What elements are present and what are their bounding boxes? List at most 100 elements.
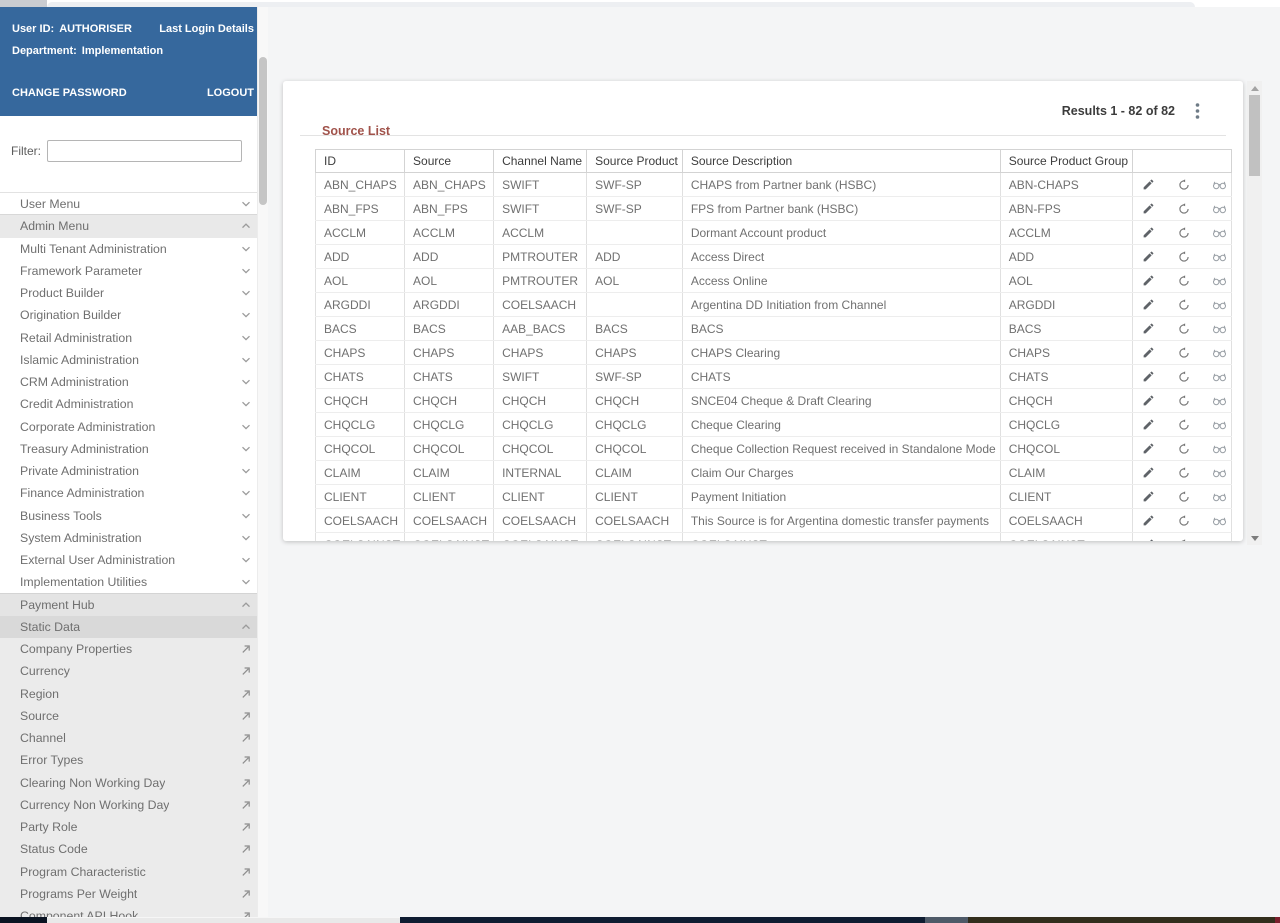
sidebar-item-origination-builder[interactable]: Origination Builder <box>0 304 268 327</box>
cell-actions <box>1132 484 1233 509</box>
view-icon[interactable] <box>1212 393 1227 408</box>
chevron-down-icon <box>239 531 252 544</box>
view-icon[interactable] <box>1212 537 1227 541</box>
sidebar-item-channel[interactable]: Channel <box>0 727 268 750</box>
history-icon[interactable] <box>1177 321 1192 336</box>
sidebar-item-crm-administration[interactable]: CRM Administration <box>0 371 268 394</box>
edit-icon[interactable] <box>1141 417 1156 432</box>
sidebar-item-region[interactable]: Region <box>0 682 268 705</box>
edit-icon[interactable] <box>1141 201 1156 216</box>
history-icon[interactable] <box>1177 273 1192 288</box>
history-icon[interactable] <box>1177 345 1192 360</box>
last-login-details-link[interactable]: Last Login Details <box>159 24 254 35</box>
edit-icon[interactable] <box>1141 249 1156 264</box>
sidebar-item-program-characteristic[interactable]: Program Characteristic <box>0 860 268 883</box>
sidebar-item-corporate-administration[interactable]: Corporate Administration <box>0 415 268 438</box>
edit-icon[interactable] <box>1141 273 1156 288</box>
sidebar-item-admin-menu[interactable]: Admin Menu <box>0 215 268 238</box>
edit-icon[interactable] <box>1141 321 1156 336</box>
edit-icon[interactable] <box>1141 393 1156 408</box>
sidebar-scrollbar-thumb[interactable] <box>259 57 267 205</box>
history-icon[interactable] <box>1177 369 1192 384</box>
view-icon[interactable] <box>1212 225 1227 240</box>
view-icon[interactable] <box>1212 489 1227 504</box>
edit-icon[interactable] <box>1141 177 1156 192</box>
sidebar-item-multi-tenant-administration[interactable]: Multi Tenant Administration <box>0 237 268 260</box>
sidebar-item-implementation-utilities[interactable]: Implementation Utilities <box>0 571 268 594</box>
sidebar-item-retail-administration[interactable]: Retail Administration <box>0 326 268 349</box>
edit-icon[interactable] <box>1141 225 1156 240</box>
view-icon[interactable] <box>1212 297 1227 312</box>
history-icon[interactable] <box>1177 297 1192 312</box>
edit-icon[interactable] <box>1141 369 1156 384</box>
history-icon[interactable] <box>1177 201 1192 216</box>
view-icon[interactable] <box>1212 345 1227 360</box>
logout-button[interactable]: LOGOUT <box>207 88 254 99</box>
cell-actions <box>1132 196 1233 221</box>
history-icon[interactable] <box>1177 537 1192 541</box>
sidebar-item-clearing-non-working-day[interactable]: Clearing Non Working Day <box>0 771 268 794</box>
history-icon[interactable] <box>1177 249 1192 264</box>
sidebar-item-private-administration[interactable]: Private Administration <box>0 460 268 483</box>
sidebar-item-status-code[interactable]: Status Code <box>0 838 268 861</box>
sidebar-item-party-role[interactable]: Party Role <box>0 816 268 839</box>
edit-icon[interactable] <box>1141 465 1156 480</box>
history-icon[interactable] <box>1177 417 1192 432</box>
kebab-menu-icon[interactable] <box>1193 103 1201 119</box>
edit-icon[interactable] <box>1141 441 1156 456</box>
cell-id: ARGDDI <box>314 292 406 317</box>
scroll-up-arrow[interactable] <box>1247 81 1262 95</box>
main-scrollbar[interactable] <box>1247 81 1262 545</box>
view-icon[interactable] <box>1212 513 1227 528</box>
sidebar-item-source[interactable]: Source <box>0 704 268 727</box>
view-icon[interactable] <box>1212 249 1227 264</box>
cell-channel-name: COELSAINST <box>493 532 588 541</box>
cell-source-description: This Source is for Argentina domestic tr… <box>681 508 1001 533</box>
main-scrollbar-thumb[interactable] <box>1249 95 1260 176</box>
change-password-button[interactable]: CHANGE PASSWORD <box>12 88 127 99</box>
edit-icon[interactable] <box>1141 513 1156 528</box>
sidebar-scrollbar[interactable] <box>257 7 268 923</box>
view-icon[interactable] <box>1212 177 1227 192</box>
sidebar-item-external-user-administration[interactable]: External User Administration <box>0 549 268 572</box>
sidebar-item-business-tools[interactable]: Business Tools <box>0 504 268 527</box>
sidebar-item-treasury-administration[interactable]: Treasury Administration <box>0 437 268 460</box>
history-icon[interactable] <box>1177 489 1192 504</box>
sidebar-item-currency-non-working-day[interactable]: Currency Non Working Day <box>0 793 268 816</box>
sidebar-item-finance-administration[interactable]: Finance Administration <box>0 482 268 505</box>
history-icon[interactable] <box>1177 441 1192 456</box>
sidebar-item-label: Islamic Administration <box>20 352 139 367</box>
view-icon[interactable] <box>1212 273 1227 288</box>
view-icon[interactable] <box>1212 201 1227 216</box>
sidebar-item-payment-hub[interactable]: Payment Hub <box>0 593 268 616</box>
sidebar-item-currency[interactable]: Currency <box>0 660 268 683</box>
sidebar-item-islamic-administration[interactable]: Islamic Administration <box>0 348 268 371</box>
sidebar-item-system-administration[interactable]: System Administration <box>0 526 268 549</box>
view-icon[interactable] <box>1212 417 1227 432</box>
sidebar-item-company-properties[interactable]: Company Properties <box>0 638 268 661</box>
edit-icon[interactable] <box>1141 537 1156 541</box>
cell-id: CHATS <box>314 364 406 389</box>
history-icon[interactable] <box>1177 513 1192 528</box>
sidebar-item-product-builder[interactable]: Product Builder <box>0 282 268 305</box>
history-icon[interactable] <box>1177 393 1192 408</box>
sidebar-item-user-menu[interactable]: User Menu <box>0 193 268 216</box>
scroll-down-arrow[interactable] <box>1247 531 1262 545</box>
history-icon[interactable] <box>1177 465 1192 480</box>
sidebar-item-error-types[interactable]: Error Types <box>0 749 268 772</box>
table-row: ABN_CHAPS ABN_CHAPS SWIFT SWF-SP CHAPS from … <box>314 172 1233 197</box>
view-icon[interactable] <box>1212 465 1227 480</box>
edit-icon[interactable] <box>1141 345 1156 360</box>
view-icon[interactable] <box>1212 441 1227 456</box>
sidebar-item-programs-per-weight[interactable]: Programs Per Weight <box>0 882 268 905</box>
sidebar-item-framework-parameter[interactable]: Framework Parameter <box>0 259 268 282</box>
view-icon[interactable] <box>1212 369 1227 384</box>
sidebar-item-static-data[interactable]: Static Data <box>0 615 268 638</box>
sidebar-item-credit-administration[interactable]: Credit Administration <box>0 393 268 416</box>
edit-icon[interactable] <box>1141 489 1156 504</box>
edit-icon[interactable] <box>1141 297 1156 312</box>
filter-input[interactable] <box>47 140 242 162</box>
history-icon[interactable] <box>1177 225 1192 240</box>
view-icon[interactable] <box>1212 321 1227 336</box>
history-icon[interactable] <box>1177 177 1192 192</box>
